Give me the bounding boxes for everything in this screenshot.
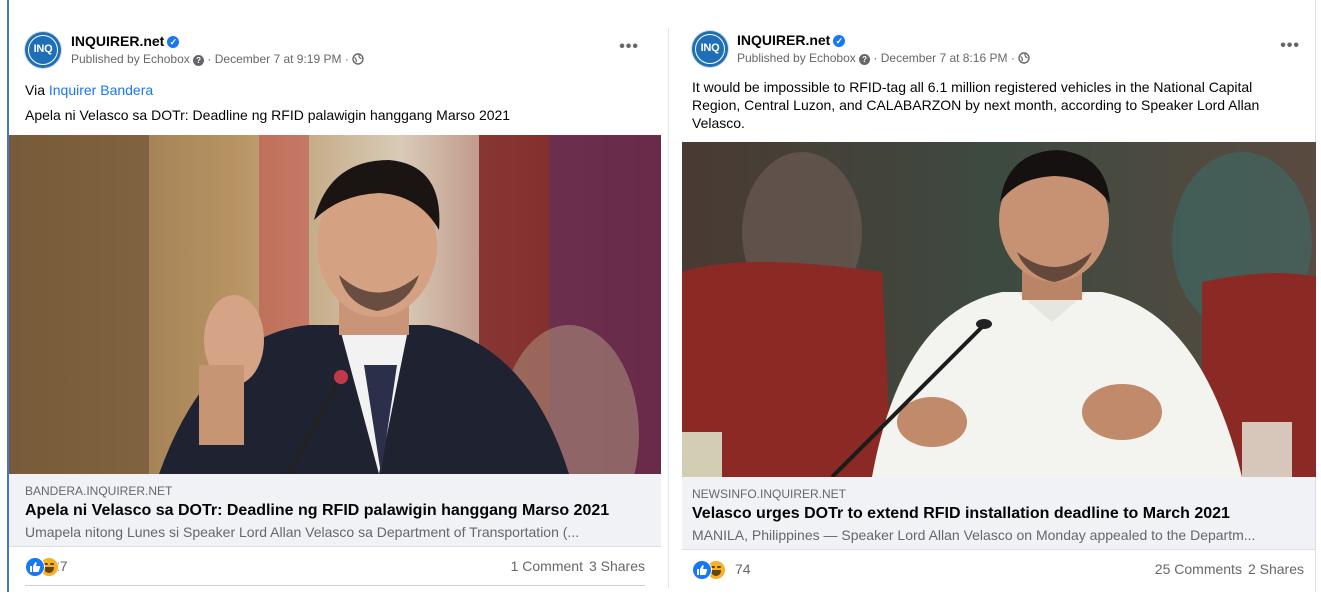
post-stats: 27 1 Comment 3 Shares [9,546,661,586]
link-domain: BANDERA.INQUIRER.NET [25,484,173,498]
feed-post: INQ INQUIRER.net ✓ Published by Echobox ?… [7,0,661,592]
column-divider [668,28,669,588]
post-timestamp[interactable]: December 7 at 9:19 PM [215,52,342,66]
post-header: INQ INQUIRER.net ✓ Published by Echobox ?… [9,28,661,74]
page-avatar[interactable]: INQ [692,31,728,67]
post-body: It would be impossible to RFID-tag all 6… [692,79,1260,131]
comment-count[interactable]: 1 Comment [511,558,583,574]
link-preview-image[interactable] [9,135,661,474]
link-preview[interactable]: BANDERA.INQUIRER.NET Apela ni Velasco sa… [9,474,661,547]
post-meta: Published by Echobox ? · December 7 at 8… [737,51,1030,65]
via-line: Via Inquirer Bandera [25,82,154,98]
like-reaction-icon [25,557,45,577]
link-domain: NEWSINFO.INQUIRER.NET [692,487,847,501]
link-preview[interactable]: NEWSINFO.INQUIRER.NET Velasco urges DOTr… [682,477,1316,550]
link-description: MANILA, Philippines — Speaker Lord Allan… [692,527,1256,543]
share-count[interactable]: 3 Shares [589,558,645,574]
engagement-counts: 25 Comments 2 Shares [1149,561,1304,577]
link-description: Umapela nitong Lunes si Speaker Lord All… [25,524,580,540]
globe-icon [1018,52,1030,64]
stats-divider [25,585,645,586]
more-options-icon[interactable]: ••• [619,38,639,56]
post-header: INQ INQUIRER.net ✓ Published by Echobox ?… [682,27,1316,73]
engagement-counts: 1 Comment 3 Shares [505,558,645,574]
link-preview-image[interactable] [682,142,1316,477]
via-link[interactable]: Inquirer Bandera [49,82,153,98]
globe-icon [352,53,364,65]
more-options-icon[interactable]: ••• [1280,37,1300,55]
link-title[interactable]: Apela ni Velasco sa DOTr: Deadline ng RF… [25,502,649,520]
verified-badge-icon: ✓ [833,35,846,47]
feed-post: INQ INQUIRER.net ✓ Published by Echobox ?… [682,0,1316,592]
page-name-link[interactable]: INQUIRER.net ✓ [71,33,180,49]
post-meta: Published by Echobox ? · December 7 at 9… [71,52,364,66]
reaction-count[interactable]: 74 [735,561,751,577]
share-count[interactable]: 2 Shares [1248,561,1304,577]
post-stats: 74 25 Comments 2 Shares [682,549,1316,589]
like-reaction-icon [692,560,712,580]
link-title[interactable]: Velasco urges DOTr to extend RFID instal… [692,505,1303,523]
verified-badge-icon: ✓ [167,36,180,48]
page-avatar[interactable]: INQ [25,32,61,68]
question-icon[interactable]: ? [193,55,205,66]
post-timestamp[interactable]: December 7 at 8:16 PM [881,51,1008,65]
question-icon[interactable]: ? [859,54,871,65]
post-body: Apela ni Velasco sa DOTr: Deadline ng RF… [25,107,511,123]
page-name-link[interactable]: INQUIRER.net ✓ [737,32,846,48]
comment-count[interactable]: 25 Comments [1155,561,1242,577]
